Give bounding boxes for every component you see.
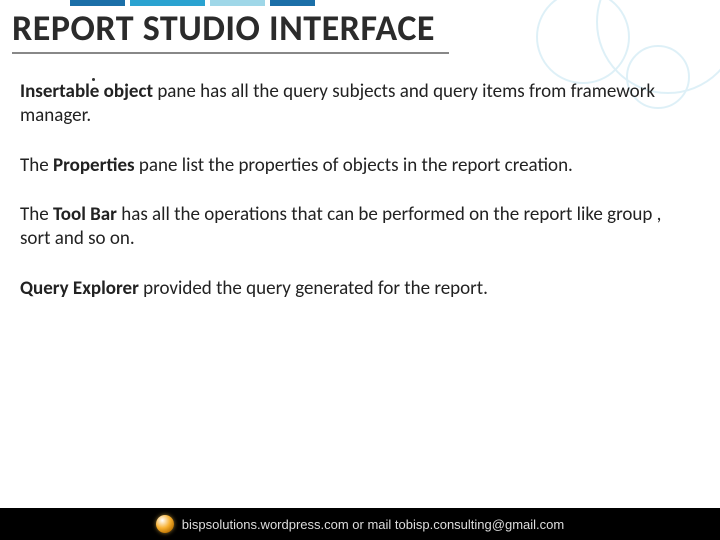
footer-text: bispsolutions.wordpress.com or mail to bbox=[182, 517, 406, 532]
bold-term: Properties bbox=[53, 154, 135, 177]
paragraph-insertable-object: Insertable object pane has all the query… bbox=[20, 80, 690, 128]
body-text: Insertable object pane has all the query… bbox=[20, 80, 690, 327]
bold-term: Insertable object bbox=[20, 80, 153, 103]
paragraph-query-explorer: Query Explorer provided the query genera… bbox=[20, 277, 690, 301]
footer-email-link[interactable]: bisp.consulting@gmail.com bbox=[406, 517, 564, 532]
bold-term: Query Explorer bbox=[20, 277, 139, 300]
paragraph-properties: The Properties pane list the properties … bbox=[20, 154, 690, 178]
para-tail: provided the query generated for the rep… bbox=[139, 277, 488, 300]
page-title: REPORT STUDIO INTERFACE bbox=[12, 6, 449, 54]
para-lead: The bbox=[20, 154, 53, 177]
para-tail: has all the operations that can be perfo… bbox=[20, 203, 661, 250]
para-lead: The bbox=[20, 203, 53, 226]
slide: REPORT STUDIO INTERFACE Insertable objec… bbox=[0, 0, 720, 540]
footer-bar: bispsolutions.wordpress.com or mail to b… bbox=[0, 508, 720, 540]
paragraph-toolbar: The Tool Bar has all the operations that… bbox=[20, 203, 690, 251]
footer-orb-icon bbox=[156, 515, 174, 533]
bold-term: Tool Bar bbox=[53, 203, 117, 226]
para-tail: pane list the properties of objects in t… bbox=[135, 154, 573, 177]
